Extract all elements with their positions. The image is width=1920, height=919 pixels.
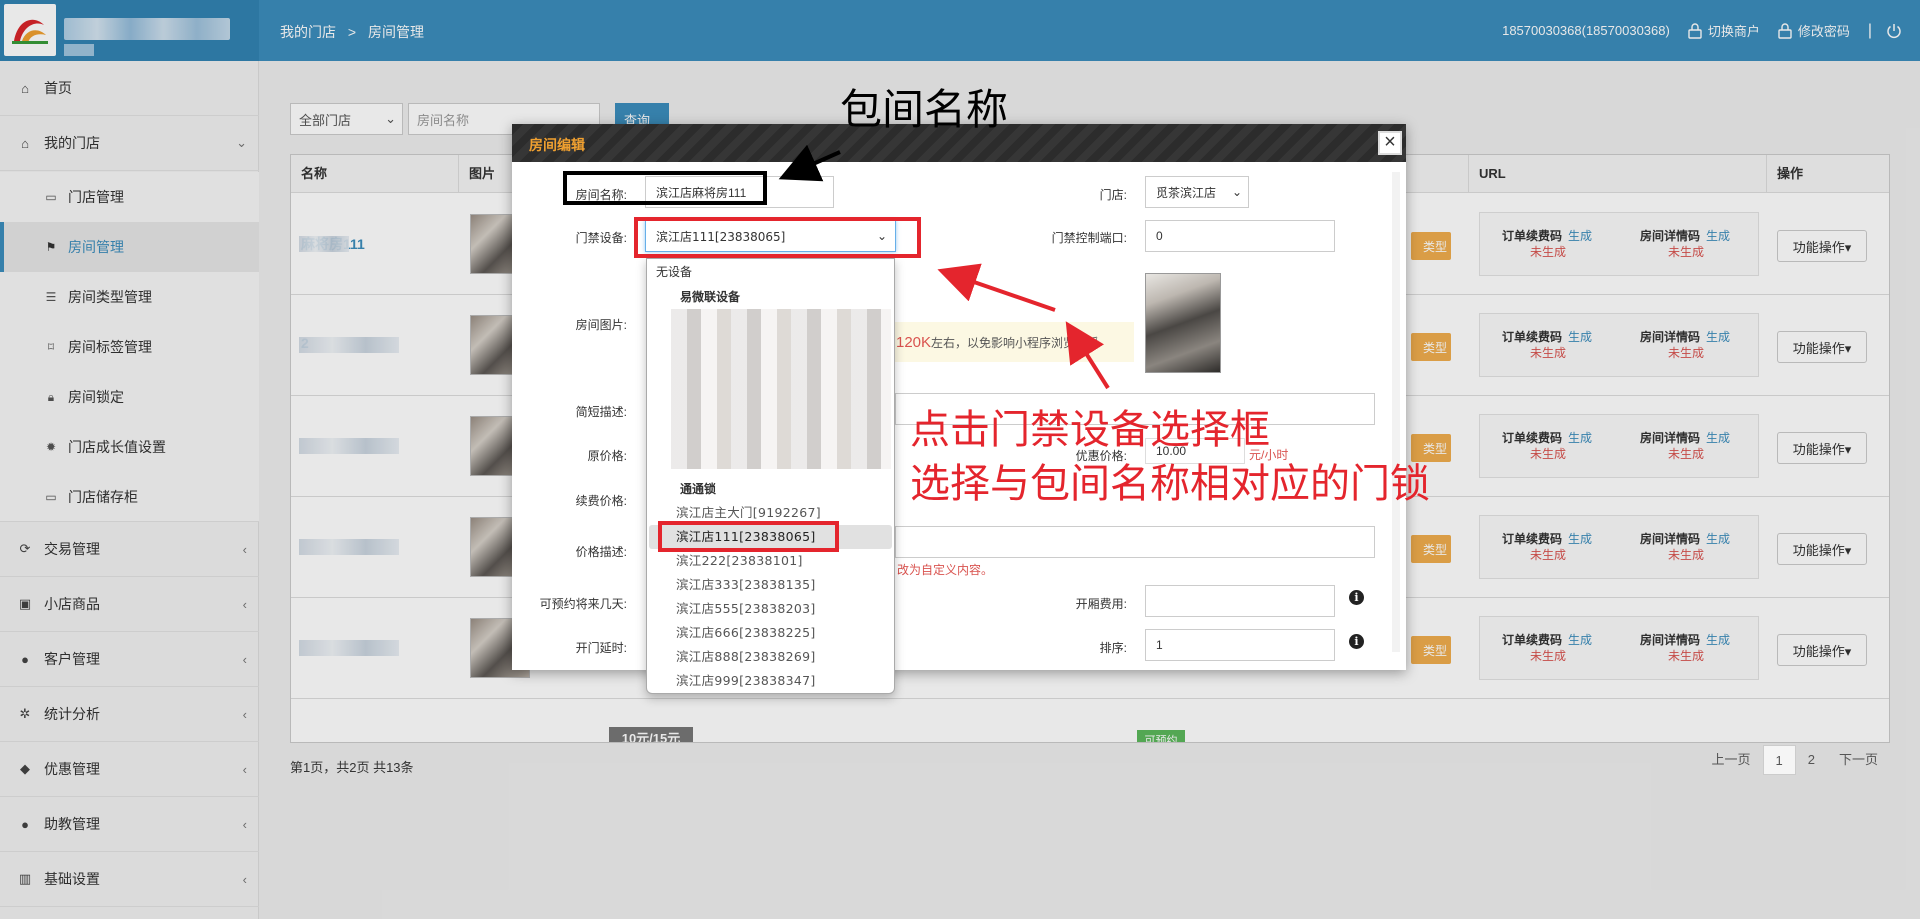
access-device-label: 门禁设备: bbox=[575, 231, 627, 245]
access-port-field[interactable]: 0 bbox=[1145, 220, 1335, 252]
dropdown-option[interactable]: 滨江店999[23838347] bbox=[676, 670, 816, 689]
pagination: 上一页 1 2 下一页 bbox=[1700, 745, 1891, 775]
image-hint-text: 左右，以免影响小程序浏览感受 bbox=[931, 335, 1100, 350]
info-icon[interactable]: i bbox=[1349, 634, 1364, 649]
dropdown-option[interactable]: 滨江222[23838101] bbox=[676, 550, 803, 569]
store-label: 门店: bbox=[1099, 188, 1127, 202]
dropdown-option[interactable]: 滨江店333[23838135] bbox=[676, 574, 816, 593]
close-icon[interactable]: × bbox=[1378, 131, 1402, 155]
next-page-button[interactable]: 下一页 bbox=[1827, 745, 1890, 775]
access-device-dropdown: 无设备 易微联设备 通通锁 滨江店主大门[9192267] 滨江店111[2383… bbox=[646, 258, 895, 694]
selected-option-highlight-box bbox=[658, 521, 839, 552]
store-select-modal[interactable]: 觅茶滨江店 ⌄ bbox=[1145, 176, 1249, 208]
pagination-info: 第1页，共2页 共13条 bbox=[290, 760, 414, 775]
access-device-highlight-box bbox=[634, 217, 921, 258]
modal-title: 房间编辑 bbox=[529, 137, 585, 153]
price-desc-label: 价格描述: bbox=[575, 545, 627, 559]
price-desc-field[interactable] bbox=[895, 526, 1375, 558]
renew-price-label: 续费价格: bbox=[575, 494, 627, 508]
book-days-label: 可预约将来几天: bbox=[539, 597, 627, 611]
room-name-caption: 包间名称 bbox=[840, 85, 1009, 134]
image-size-value: 120K bbox=[896, 333, 932, 351]
dropdown-option-none[interactable]: 无设备 bbox=[656, 263, 692, 280]
open-fee-field[interactable] bbox=[1145, 585, 1335, 617]
modal-scrollbar[interactable] bbox=[1392, 172, 1400, 652]
dropdown-group-ttlock: 通通锁 bbox=[680, 482, 717, 496]
dropdown-option[interactable]: 滨江店666[23838225] bbox=[676, 622, 816, 641]
dropdown-option[interactable]: 滨江店555[23838203] bbox=[676, 598, 816, 617]
dropdown-blurred-options bbox=[671, 309, 891, 469]
door-delay-label: 开门延时: bbox=[575, 641, 627, 655]
chevron-down-icon: ⌄ bbox=[1231, 185, 1242, 199]
dropdown-group-ewelink: 易微联设备 bbox=[680, 290, 741, 304]
room-image-label: 房间图片: bbox=[575, 318, 627, 332]
image-size-hint: 120K 左右，以免影响小程序浏览感受 bbox=[890, 322, 1134, 362]
store-select-modal-value: 觅茶滨江店 bbox=[1156, 185, 1217, 200]
sort-value: 1 bbox=[1156, 638, 1163, 652]
dropdown-option[interactable]: 滨江店888[23838269] bbox=[676, 646, 816, 665]
original-price-label: 原价格: bbox=[587, 449, 627, 463]
info-icon[interactable]: i bbox=[1349, 590, 1364, 605]
prev-page-button[interactable]: 上一页 bbox=[1700, 745, 1763, 775]
access-port-value: 0 bbox=[1156, 229, 1163, 243]
sort-field[interactable]: 1 bbox=[1145, 629, 1335, 661]
access-port-label: 门禁控制端口: bbox=[1051, 231, 1127, 245]
instruction-line-2: 选择与包间名称相对应的门锁 bbox=[910, 461, 1430, 507]
dropdown-option[interactable]: 滨江店主大门[9192267] bbox=[676, 502, 821, 521]
page-1-button[interactable]: 1 bbox=[1762, 745, 1796, 775]
sort-label: 排序: bbox=[1099, 641, 1127, 655]
open-fee-label: 开厢费用: bbox=[1075, 597, 1127, 611]
brief-label: 简短描述: bbox=[575, 405, 627, 419]
price-desc-hint: 改为自定义内容。 bbox=[897, 563, 994, 577]
room-image-preview[interactable] bbox=[1145, 273, 1221, 373]
instruction-line-1: 点击门禁设备选择框 bbox=[910, 407, 1270, 453]
page-2-button[interactable]: 2 bbox=[1796, 745, 1827, 775]
room-name-highlight-box bbox=[563, 171, 767, 205]
